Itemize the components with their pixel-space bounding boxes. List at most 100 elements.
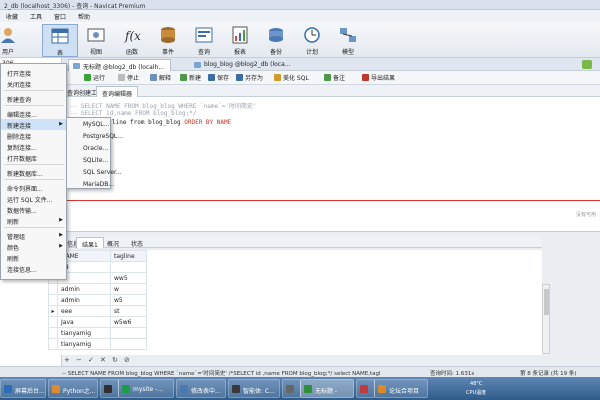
taskbar-item[interactable] [100,379,119,398]
delete-record-icon[interactable]: − [76,356,82,364]
ribbon-view-button[interactable]: 视图 [78,24,114,57]
menu-item-open-database[interactable]: 打开数据库 [1,152,66,163]
table-row[interactable]: ▸ eee st [48,305,147,317]
menu-tools[interactable]: 工具 [24,12,48,21]
cell-tagline[interactable]: w [110,283,147,295]
ribbon-model-button[interactable]: 模型 [330,24,366,57]
ribbon-function-button[interactable]: f(x) 函数 [114,24,150,57]
cell-name[interactable]: admin [57,283,111,295]
taskbar-item[interactable]: Python之... [48,379,98,398]
menu-window[interactable]: 窗口 [48,12,72,21]
cell-tagline[interactable] [110,338,147,350]
add-record-icon[interactable]: + [64,356,70,364]
snippet-button[interactable]: 备注 [324,73,345,83]
cell-tagline[interactable] [110,327,147,339]
new-button[interactable]: 新建 [180,73,201,83]
menu-item-close-connection[interactable]: 关闭连接 [1,78,66,89]
taskbar-item[interactable] [356,379,375,398]
app-icon [122,385,130,393]
ribbon-backup-button[interactable]: 备份 [258,24,294,57]
menu-item-open-connection[interactable]: 打开连接 [1,67,66,78]
menu-item-duplicate-connection[interactable]: 复制连接... [1,141,66,152]
submenu-sqlite[interactable]: SQLite... [67,154,110,166]
ribbon-report-label: 报表 [233,49,246,56]
menu-favorites[interactable]: 收藏 [0,12,24,21]
ribbon-event-button[interactable]: 事件 [150,24,186,57]
submenu-arrow-icon: ▶ [59,217,63,223]
ribbon-report-button[interactable]: 报表 [222,24,258,57]
cancel-icon[interactable]: ✕ [100,356,106,364]
tab-query-editor[interactable]: 查询编辑器 [96,86,139,98]
cell-name[interactable]: Java [57,316,111,328]
cell-tagline[interactable]: w5w6 [110,316,147,328]
export-result-button[interactable]: 导出结果 [362,73,395,83]
submenu-mariadb[interactable]: MariaDB... [67,178,114,190]
menu-item-delete-connection[interactable]: 删除连接 [1,130,66,141]
stop-load-icon[interactable]: ⊘ [124,356,130,364]
save-button[interactable]: 保存 [208,73,229,83]
table-row[interactable]: admin w [48,283,147,295]
taskbar-item[interactable]: 屏幕后台... [0,379,46,398]
submenu-postgresql[interactable]: PostgreSQL... [67,130,123,142]
tab-profile[interactable]: 概况 [102,237,124,248]
cell-name[interactable]: tianyamig [57,338,111,350]
ribbon-schedule-button[interactable]: 计划 [294,24,330,57]
cell-name[interactable]: tianyamig [57,327,111,339]
menu-help[interactable]: 帮助 [72,12,96,21]
refresh-icon[interactable]: ↻ [112,356,118,364]
save-as-button[interactable]: 另存为 [236,73,263,83]
plugin-icon[interactable] [582,60,592,69]
table-row[interactable]: tianyamig [48,338,147,350]
tab-status[interactable]: 状态 [126,237,148,248]
result-grid[interactable]: NAME tagline 44 ww5 adminw adminw5 ▸eees… [48,250,542,355]
cell-tagline[interactable] [110,261,147,273]
sql-editor[interactable]: -- SELECT NAME FROM blog_blog WHERE `nam… [62,97,600,232]
column-header-tagline[interactable]: tagline [110,250,147,262]
explain-button[interactable]: 解释 [150,73,171,83]
tab-untitled-query[interactable]: 无标题 @blog2_db (localh... [68,59,172,71]
menu-item-edit-connection[interactable]: 编辑连接... [1,108,66,119]
ribbon-user-button[interactable]: 用户 [0,24,26,57]
menu-item-run-sql-file[interactable]: 运行 SQL 文件... [1,193,66,204]
table-row[interactable]: Java w5w6 [48,316,147,328]
menu-item-manage-group[interactable]: 管理组 ▶ [1,230,66,241]
submenu-sql-server[interactable]: SQL Server... [67,166,122,178]
tab-blog-blog[interactable]: blog_blog @blog2_db (loca... [190,59,297,71]
menu-item-color[interactable]: 颜色 ▶ [1,241,66,252]
menu-item-new-query[interactable]: 新建查询 [1,93,66,104]
cell-name[interactable]: eee [57,305,111,317]
ribbon-query-button[interactable]: 查询 [186,24,222,57]
run-button[interactable]: 运行 [84,73,105,83]
taskbar-item-navicat[interactable]: 无标题 - [300,379,354,398]
scrollbar-thumb[interactable] [544,289,549,315]
grid-scrollbar[interactable] [542,284,550,354]
ribbon-table-button[interactable]: 表 [42,24,78,57]
taskbar-item[interactable]: 修改表中... [176,379,226,398]
stop-button[interactable]: 停止 [118,73,139,83]
menu-item-console[interactable]: 命令列界面... [1,182,66,193]
submenu-arrow-icon: ▶ [59,121,63,127]
taskbar-item[interactable] [282,379,301,398]
submenu-oracle[interactable]: Oracle... [67,142,110,154]
table-row[interactable]: admin w5 [48,294,147,306]
cell-tagline[interactable]: w5 [110,294,147,306]
taskbar-item[interactable]: 智能体: C... [228,379,280,398]
cell-tagline[interactable]: ww5 [110,272,147,284]
tray-cpu-label: CPU温度 [466,390,487,396]
menu-item-data-transfer[interactable]: 数据传输... [1,204,66,215]
apply-icon[interactable]: ✓ [88,356,94,364]
cell-name[interactable]: admin [57,294,111,306]
taskbar-item[interactable]: mysite -... [118,379,174,398]
code-line-2: -- SELECT id,name FROM blog_blog;*/ [70,110,197,117]
menu-item-refresh-submenu[interactable]: 刷新 ▶ [1,215,66,226]
tab-result1[interactable]: 结果1 [76,237,104,249]
menu-item-connection-info[interactable]: 连接信息... [1,263,66,274]
cell-tagline[interactable]: st [110,305,147,317]
table-row[interactable]: tianyamig [48,327,147,339]
taskbar-item[interactable]: 论坛合项目 [374,379,428,398]
menu-item-new-connection[interactable]: 新建连接 ▶ [1,119,66,130]
beautify-sql-button[interactable]: 美化 SQL [274,73,309,83]
submenu-mysql[interactable]: MySQL... [67,118,110,130]
menu-item-refresh[interactable]: 刷新 [1,252,66,263]
menu-item-new-database[interactable]: 新建数据库... [1,167,66,178]
